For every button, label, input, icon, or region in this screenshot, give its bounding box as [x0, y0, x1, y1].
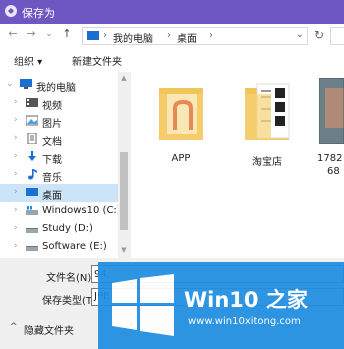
file-item-app[interactable]: APP — [151, 78, 211, 168]
recent-locations-button[interactable]: ⌄ — [42, 27, 56, 41]
sidebar-item-downloads[interactable]: › 下载 — [0, 148, 118, 166]
watermark-overlay: Win10 之家 www.win10xitong.com — [98, 262, 344, 349]
chevron-right-icon[interactable]: › — [14, 115, 18, 125]
breadcrumb-desktop[interactable]: 桌面 — [177, 30, 197, 45]
sidebar-item-label: 桌面 — [42, 191, 62, 202]
sidebar-item-label: Windows10 (C:) — [42, 205, 121, 216]
sidebar-item-my-computer[interactable]: ⌄ 我的电脑 — [0, 76, 118, 94]
sidebar-item-drive-e[interactable]: › Software (E:) — [0, 238, 118, 256]
sidebar-item-label: 视频 — [42, 101, 62, 112]
breadcrumb-my-computer[interactable]: 我的电脑 — [113, 30, 153, 45]
chevron-right-icon[interactable]: › — [14, 205, 18, 215]
forward-button[interactable]: → — [24, 27, 38, 41]
chevron-down-icon[interactable]: ⌄ — [6, 79, 14, 89]
download-icon — [28, 151, 36, 161]
chevron-right-icon[interactable]: › — [14, 223, 18, 233]
up-button[interactable]: ↑ — [60, 27, 74, 41]
computer-icon — [20, 79, 32, 89]
sidebar-item-label: 图片 — [42, 119, 62, 130]
organize-menu-button[interactable]: 组织 ▾ — [14, 53, 42, 68]
file-name: 淘宝店 — [252, 157, 282, 168]
music-icon — [28, 169, 37, 180]
file-name: APP — [171, 153, 191, 164]
windows-logo-icon — [112, 274, 174, 336]
scroll-up-icon[interactable]: ▲ — [118, 74, 130, 82]
file-name-line2: 68 — [327, 166, 340, 177]
sidebar-item-label: Software (E:) — [42, 241, 107, 252]
video-icon — [26, 98, 38, 107]
sidebar-item-label: 我的电脑 — [36, 83, 76, 94]
sidebar-item-label: 文档 — [42, 137, 62, 148]
chevron-right-icon[interactable]: › — [14, 169, 18, 179]
back-button[interactable]: ← — [6, 27, 20, 41]
chevron-right-icon[interactable]: › — [14, 187, 18, 197]
chevron-right-icon[interactable]: › — [14, 151, 18, 161]
app-icon — [5, 5, 17, 17]
search-input[interactable] — [330, 27, 344, 45]
hide-folders-button[interactable]: 隐藏文件夹 — [24, 322, 74, 337]
chevron-right-icon: › — [209, 30, 213, 41]
chevron-right-icon[interactable]: › — [14, 133, 18, 143]
sidebar-item-music[interactable]: › 音乐 — [0, 166, 118, 184]
refresh-button[interactable]: ↻ — [312, 27, 326, 43]
navigation-bar: ← → ⌄ ↑ › 我的电脑 › 桌面 › ⌄ ↻ — [0, 24, 344, 47]
file-name: 1782 — [317, 153, 343, 164]
file-item-image[interactable]: 1782 68 — [317, 78, 344, 188]
title-bar[interactable]: 保存为 — [0, 0, 344, 24]
drive-d-icon — [26, 228, 38, 233]
chevron-right-icon[interactable]: › — [14, 97, 18, 107]
sidebar-item-documents[interactable]: › 文档 — [0, 130, 118, 148]
drive-e-icon — [26, 246, 38, 251]
address-bar[interactable]: › 我的电脑 › 桌面 › ⌄ — [82, 27, 308, 45]
watermark-url: www.win10xitong.com — [188, 316, 301, 327]
window-title: 保存为 — [22, 7, 55, 20]
sidebar-item-drive-c[interactable]: › Windows10 (C:) — [0, 202, 121, 220]
new-folder-button[interactable]: 新建文件夹 — [72, 53, 122, 68]
chevron-right-icon: › — [167, 30, 171, 41]
image-file-icon — [319, 78, 344, 144]
folder-icon — [245, 83, 290, 140]
sidebar-item-label: 音乐 — [42, 173, 62, 184]
sidebar-item-videos[interactable]: › 视频 — [0, 94, 118, 112]
file-item-taobao[interactable]: 淘宝店 — [237, 78, 297, 168]
command-toolbar: 组织 ▾ 新建文件夹 — [0, 46, 344, 73]
pictures-icon — [26, 115, 38, 126]
scroll-down-icon[interactable]: ▼ — [118, 246, 130, 254]
sidebar-item-label: 下载 — [42, 155, 62, 166]
chevron-right-icon: › — [103, 30, 107, 41]
address-dropdown-icon[interactable]: ⌄ — [296, 29, 304, 40]
documents-icon — [27, 133, 37, 144]
sidebar-item-label: Study (D:) — [42, 223, 93, 234]
sidebar-item-drive-d[interactable]: › Study (D:) — [0, 220, 118, 238]
sidebar-item-pictures[interactable]: › 图片 — [0, 112, 118, 130]
file-list: APP 淘宝店 1782 68 — [131, 72, 344, 258]
navigation-pane: ⌄ 我的电脑 › 视频 › 图片 › 文档 › 下载 › 音乐 › 桌面 › W… — [0, 72, 130, 258]
sidebar-item-desktop[interactable]: › 桌面 — [0, 184, 118, 202]
desktop-icon — [26, 188, 38, 196]
filename-label: 文件名(N): — [46, 273, 95, 284]
computer-icon — [87, 31, 99, 40]
chevron-up-icon[interactable]: ^ — [10, 322, 18, 332]
drive-c-icon — [26, 206, 38, 215]
watermark-brand: Win10 之家 — [184, 288, 308, 312]
folder-icon — [159, 88, 203, 140]
sidebar-scroll-thumb[interactable] — [120, 152, 128, 230]
chevron-right-icon[interactable]: › — [14, 241, 18, 251]
